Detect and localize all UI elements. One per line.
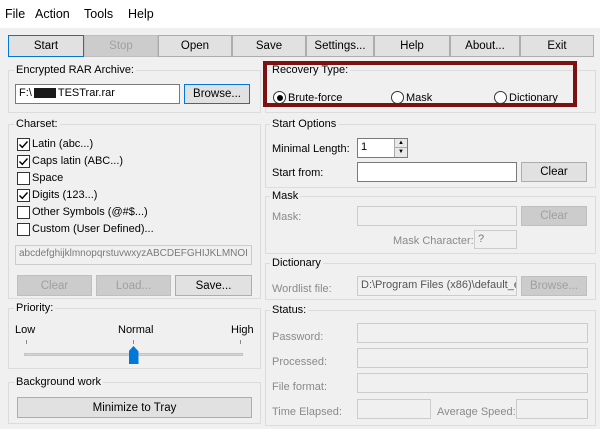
dictionary-legend: Dictionary [270, 257, 323, 269]
wordlist-field[interactable]: D:\Program Files (x86)\default_e [357, 276, 517, 296]
checkbox-space[interactable] [17, 172, 30, 185]
mask-clear-button[interactable]: Clear [521, 206, 587, 226]
charset-load-button[interactable]: Load... [96, 275, 171, 296]
about-button[interactable]: About... [450, 35, 520, 57]
exit-button[interactable]: Exit [520, 35, 594, 57]
archive-browse-button[interactable]: Browse... [184, 84, 250, 104]
highlight-box [263, 61, 577, 107]
save-button[interactable]: Save [232, 35, 306, 57]
min-length-label: Minimal Length: [272, 143, 350, 155]
wordlist-label: Wordlist file: [272, 283, 332, 295]
file-format-label: File format: [272, 381, 328, 393]
average-speed-label: Average Speed: [437, 406, 516, 418]
spin-up-icon[interactable]: ▲ [395, 139, 407, 148]
help-button[interactable]: Help [374, 35, 450, 57]
start-options-legend: Start Options [270, 118, 339, 130]
checkbox-digits[interactable] [17, 189, 30, 202]
wordlist-browse-button[interactable]: Browse... [521, 276, 587, 296]
checkbox-other-symbols[interactable] [17, 206, 30, 219]
archive-path-field[interactable]: F:\ TESTrar.rar [15, 84, 180, 104]
open-button[interactable]: Open [158, 35, 232, 57]
tick-normal [133, 340, 134, 344]
password-field [357, 323, 588, 343]
mask-char-label: Mask Character: [393, 235, 474, 247]
minimize-to-tray-button[interactable]: Minimize to Tray [17, 397, 252, 418]
charset-legend: Charset: [14, 118, 60, 130]
checkbox-latin-label: Latin (abc...) [32, 138, 94, 150]
charset-clear-button[interactable]: Clear [17, 275, 92, 296]
archive-path-prefix: F:\ [19, 87, 32, 99]
tick-high [240, 340, 241, 344]
checkbox-other-symbols-label: Other Symbols (@#$...) [32, 206, 148, 218]
checkbox-latin[interactable] [17, 138, 30, 151]
start-from-label: Start from: [272, 167, 324, 179]
mask-legend: Mask [270, 190, 301, 202]
settings-button[interactable]: Settings... [306, 35, 374, 57]
checkbox-custom-label: Custom (User Defined)... [32, 223, 154, 235]
password-label: Password: [272, 331, 324, 343]
time-elapsed-field [357, 399, 431, 419]
background-legend: Background work [14, 376, 103, 388]
archive-legend: Encrypted RAR Archive: [14, 64, 136, 76]
mask-char-field[interactable]: ? [474, 230, 517, 249]
checkbox-space-label: Space [32, 172, 64, 184]
mask-label: Mask: [272, 211, 302, 223]
start-button[interactable]: Start [8, 35, 84, 57]
menu-tools[interactable]: Tools [84, 7, 113, 21]
charset-save-button[interactable]: Save... [175, 275, 252, 296]
charset-preview-field: abcdefghijklmnopqrstuvwxyzABCDEFGHIJKLMN… [15, 245, 252, 265]
tick-low [26, 340, 27, 344]
archive-path-suffix: TESTrar.rar [57, 87, 115, 99]
priority-normal-label: Normal [118, 324, 154, 336]
checkbox-custom[interactable] [17, 223, 30, 236]
priority-low-label: Low [15, 324, 36, 336]
spin-down-icon[interactable]: ▼ [395, 148, 407, 156]
redacted-block [33, 88, 56, 99]
priority-legend: Priority: [14, 302, 56, 314]
start-from-clear-button[interactable]: Clear [521, 162, 587, 182]
processed-label: Processed: [272, 356, 328, 368]
mask-field[interactable] [357, 206, 517, 226]
menu-help[interactable]: Help [128, 7, 154, 21]
start-from-field[interactable] [357, 162, 517, 182]
file-format-field [357, 373, 588, 393]
checkbox-caps-latin[interactable] [17, 155, 30, 168]
status-legend: Status: [270, 304, 309, 316]
time-elapsed-label: Time Elapsed: [272, 406, 342, 418]
stop-button[interactable]: Stop [84, 35, 158, 57]
priority-high-label: High [231, 324, 254, 336]
processed-field [357, 348, 588, 368]
menu-action[interactable]: Action [35, 7, 70, 21]
menu-bar: File Action Tools Help [0, 0, 600, 28]
checkbox-caps-latin-label: Caps latin (ABC...) [32, 155, 124, 167]
average-speed-field [516, 399, 588, 419]
checkbox-digits-label: Digits (123...) [32, 189, 98, 201]
min-length-spinner[interactable]: ▲ ▼ [394, 139, 407, 157]
menu-file[interactable]: File [5, 7, 25, 21]
